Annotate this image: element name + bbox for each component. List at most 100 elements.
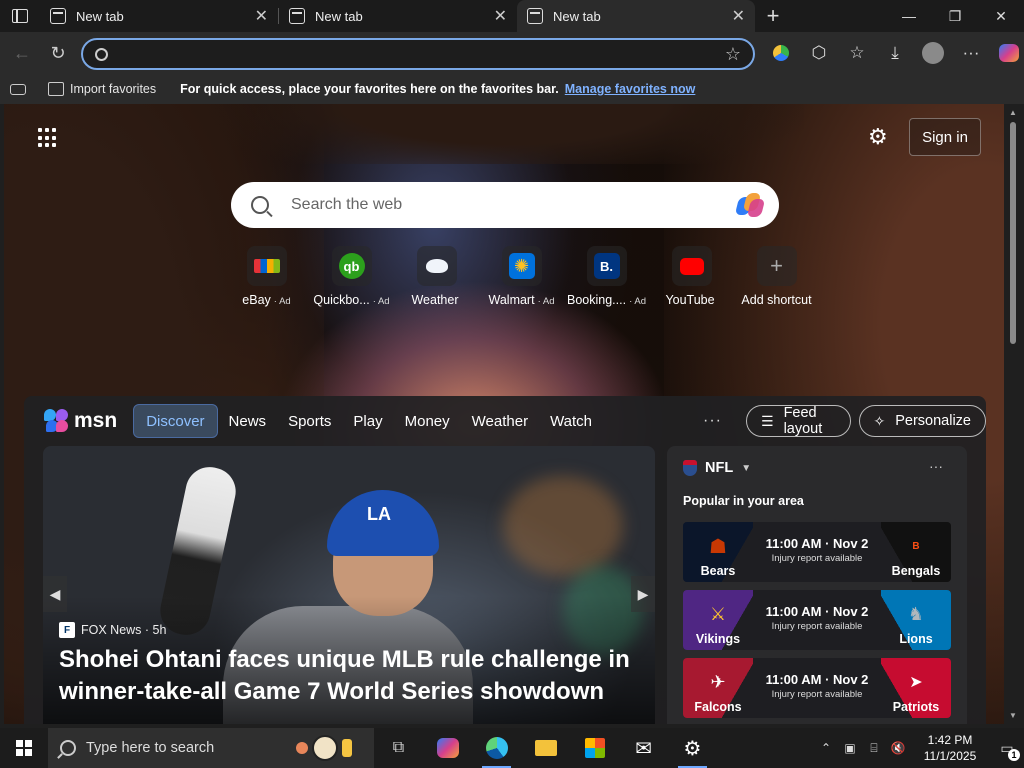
scrollbar-thumb[interactable]	[1010, 122, 1016, 344]
game-row[interactable]: ⚔ Vikings 11:00 AM · Nov 2 Injury report…	[683, 590, 951, 650]
app-launcher-icon[interactable]	[38, 128, 58, 148]
extensions-icon[interactable]: ⬡	[800, 32, 838, 74]
windows-logo-icon	[16, 740, 32, 756]
msn-logo[interactable]: msn	[44, 409, 117, 433]
home-team-name: Falcons	[694, 700, 742, 714]
game-info: 11:00 AM · Nov 2 Injury report available	[753, 536, 881, 564]
tab-2[interactable]: New tab ✕	[279, 0, 517, 32]
carousel-next-button[interactable]: ▶	[631, 576, 655, 612]
gear-icon[interactable]: ⚙	[868, 124, 888, 150]
close-window-button[interactable]: ✕	[978, 0, 1024, 32]
favorite-star-icon[interactable]: ☆	[725, 44, 741, 65]
shortcut-weather[interactable]: Weather	[394, 246, 479, 307]
web-search-input[interactable]	[291, 196, 735, 214]
settings-more-icon[interactable]: ···	[952, 32, 990, 74]
import-favorites-button[interactable]: Import favorites	[48, 82, 156, 96]
tab-3[interactable]: New tab ✕	[517, 0, 755, 32]
address-input[interactable]	[116, 46, 725, 62]
start-button[interactable]	[0, 728, 48, 768]
file-explorer-button[interactable]	[521, 728, 570, 768]
copilot-taskbar-button[interactable]	[423, 728, 472, 768]
personalize-button[interactable]: ✧ Personalize	[858, 405, 986, 437]
sliders-icon: ☰	[761, 412, 774, 429]
manage-favorites-link[interactable]: Manage favorites now	[565, 82, 696, 96]
tab-close-icon[interactable]: ✕	[255, 6, 268, 26]
ad-badge: · Ad	[273, 296, 291, 307]
store-button[interactable]	[570, 728, 619, 768]
shortcut-walmart[interactable]: ✺ Walmart · Ad	[479, 246, 564, 307]
tab-weather[interactable]: Weather	[461, 404, 539, 438]
tab-close-icon[interactable]: ✕	[732, 6, 745, 26]
tab-sports[interactable]: Sports	[277, 404, 342, 438]
page-scrollbar[interactable]: ▲ ▼	[1006, 104, 1020, 724]
story-headline[interactable]: Shohei Ohtani faces unique MLB rule chal…	[59, 644, 639, 708]
shortcut-ebay[interactable]: eBay · Ad	[224, 246, 309, 307]
tab-discover[interactable]: Discover	[133, 404, 218, 438]
system-tray: ⌃ ▣ ⌸ 🔇 1:42 PM 11/1/2025 ▭ 1	[814, 728, 1024, 768]
settings-taskbar-button[interactable]: ⚙	[668, 728, 717, 768]
shortcut-label: eBay	[242, 293, 271, 307]
scroll-down-icon[interactable]: ▼	[1009, 711, 1017, 720]
tab-play[interactable]: Play	[342, 404, 393, 438]
address-bar[interactable]: ☆	[81, 38, 755, 70]
restore-button[interactable]: ❐	[932, 0, 978, 32]
toolbar-actions: ⬡ ☆ ⤓ ···	[762, 32, 1024, 74]
tab-1[interactable]: New tab ✕	[40, 0, 278, 32]
tab-money[interactable]: Money	[394, 404, 461, 438]
carousel-prev-button[interactable]: ◀	[43, 576, 67, 612]
refresh-button[interactable]: ↻	[40, 37, 76, 69]
copilot-icon[interactable]	[990, 32, 1024, 74]
profile-avatar[interactable]	[914, 32, 952, 74]
game-row[interactable]: ☗ Bears 11:00 AM · Nov 2 Injury report a…	[683, 522, 951, 582]
taskbar-clock[interactable]: 1:42 PM 11/1/2025	[910, 732, 990, 764]
msn-feed: msn Discover News Sports Play Money Weat…	[24, 396, 986, 724]
taskbar-search-placeholder: Type here to search	[86, 740, 215, 756]
search-icon	[60, 740, 76, 756]
shortcut-quickbooks[interactable]: qb Quickbo... · Ad	[309, 246, 394, 307]
shortcut-label: Booking....	[567, 293, 627, 307]
league-selector[interactable]: NFL ▼	[683, 460, 751, 476]
plus-icon: +	[770, 253, 783, 278]
shortcuts-row: eBay · Ad qb Quickbo... · Ad Weather ✺ Wal…	[224, 246, 819, 307]
network-icon[interactable]: ⌸	[862, 741, 886, 756]
sidebar-toggle-icon[interactable]	[10, 83, 26, 95]
task-view-button[interactable]: ⧉	[374, 728, 423, 768]
new-tab-button[interactable]: +	[755, 0, 791, 32]
mail-button[interactable]: ✉	[619, 728, 668, 768]
feed-navigation: msn Discover News Sports Play Money Weat…	[24, 396, 986, 446]
game-row[interactable]: ✈ Falcons 11:00 AM · Nov 2 Injury report…	[683, 658, 951, 718]
tab-close-icon[interactable]: ✕	[494, 6, 507, 26]
downloads-icon[interactable]: ⤓	[876, 32, 914, 74]
meet-now-icon[interactable]: ▣	[838, 741, 862, 755]
hero-story-card[interactable]: ◀ ▶ F FOX News · 5h Shohei Ohtani faces …	[43, 446, 655, 724]
sign-in-button[interactable]: Sign in	[909, 118, 981, 156]
feed-tabs: Discover News Sports Play Money Weather …	[133, 404, 603, 438]
msn-butterfly-icon	[44, 409, 70, 433]
tab-news[interactable]: News	[218, 404, 278, 438]
more-tabs-button[interactable]: ···	[703, 412, 722, 430]
notification-center-button[interactable]: ▭ 1	[990, 740, 1024, 761]
task-view-icon: ⧉	[392, 739, 405, 756]
edge-taskbar-button[interactable]	[472, 728, 521, 768]
web-search-box[interactable]	[231, 182, 779, 228]
weather-icon	[425, 259, 448, 273]
taskbar-search-box[interactable]: Type here to search	[48, 728, 374, 768]
browser-essentials-icon[interactable]	[762, 32, 800, 74]
ebay-icon	[253, 259, 280, 273]
favorites-icon[interactable]: ☆	[838, 32, 876, 74]
tab-watch[interactable]: Watch	[539, 404, 603, 438]
back-button[interactable]: ←	[4, 37, 40, 69]
shortcut-booking[interactable]: B. Booking.... · Ad	[564, 246, 649, 307]
copilot-icon[interactable]	[734, 191, 766, 219]
minimize-button[interactable]: —	[886, 0, 932, 32]
store-icon	[584, 738, 605, 758]
chevron-up-icon[interactable]: ⌃	[814, 741, 838, 755]
shortcut-tile: qb	[331, 246, 372, 286]
feed-layout-button[interactable]: ☰ Feed layout	[746, 405, 851, 437]
tab-actions-button[interactable]	[0, 0, 40, 32]
scroll-up-icon[interactable]: ▲	[1009, 108, 1017, 117]
add-shortcut-button[interactable]: + Add shortcut	[734, 246, 819, 307]
shortcut-youtube[interactable]: YouTube	[649, 246, 734, 307]
volume-muted-icon[interactable]: 🔇	[886, 741, 910, 755]
card-more-button[interactable]: ···	[929, 458, 943, 474]
